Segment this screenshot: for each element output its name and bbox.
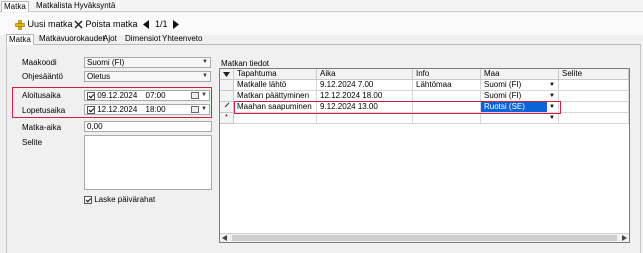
tab-matka[interactable]: Matka [6,34,34,45]
chevron-down-icon[interactable]: ▼ [549,80,555,90]
cell-country-value: Suomi (FI) [484,80,522,89]
top-tab-matkalista[interactable]: Matkalista [34,1,74,12]
cell-country[interactable]: Suomi (FI) ▼ [481,80,559,91]
scroll-right-icon[interactable] [621,235,627,241]
new-cell-event[interactable] [234,113,317,124]
top-tab-matka[interactable]: Matka [1,1,29,12]
end-time: 18:00 [145,105,166,114]
cell-desc[interactable] [559,102,629,113]
country-value: Suomi (FI) [87,58,125,67]
start-time: 07:00 [145,91,166,100]
duration-field[interactable]: 0,00 [84,121,212,132]
horizontal-scrollbar[interactable] [220,233,629,242]
row-indicator[interactable] [220,80,234,91]
new-cell-info[interactable] [413,113,481,124]
end-enabled-checkbox[interactable] [87,105,95,114]
start-enabled-checkbox[interactable] [87,91,95,100]
delete-icon [74,20,83,29]
scrollbar-thumb[interactable] [232,235,617,241]
tab-ajot[interactable]: Ajot [101,34,119,45]
rule-label: Ohjesääntö [22,72,63,81]
country-label: Maakoodi [22,58,57,67]
allowance-checkbox[interactable] [84,195,92,204]
column-header[interactable]: Aika [317,69,413,80]
description-label: Selite [22,138,43,147]
grid-corner [220,69,234,80]
grid-title: Matkan tiedot [221,59,270,68]
rule-select[interactable]: Oletus ▼ [84,71,211,82]
trip-details-grid: Tapahtuma Aika Info Maa Selite Matkalle … [219,68,630,243]
description-textarea[interactable] [84,135,212,190]
start-date: 09.12.2024 [97,91,138,100]
allowance-label: Laske päivärahat [94,195,156,204]
column-header[interactable]: Maa [481,69,559,80]
column-header[interactable]: Selite [559,69,629,80]
sub-tab-bar: Matka Matkavuorokaudet Ajot Dimensiot Yh… [6,34,641,45]
cell-time[interactable]: 9.12.2024 7.00 [317,80,413,91]
pencil-icon [224,102,229,108]
tab-matkavuorokaudet[interactable]: Matkavuorokaudet [37,34,107,45]
new-cell-country[interactable]: ▼ [481,113,559,124]
row-indicator[interactable] [220,102,234,113]
end-date: 12.12.2024 [97,105,138,114]
end-label: Lopetusaika [22,106,66,115]
scroll-left-icon[interactable] [222,235,228,241]
delete-trip-label: Poista matka [85,19,138,29]
new-cell-desc[interactable] [559,113,629,124]
top-tab-hyvaksynta[interactable]: Hyväksyntä [72,1,117,12]
new-row-indicator[interactable]: * [220,113,234,124]
start-label: Aloitusaika [22,91,61,100]
add-icon [15,19,25,30]
cell-desc[interactable] [559,91,629,102]
chevron-down-icon[interactable]: ▼ [201,91,207,100]
calendar-icon[interactable] [191,106,199,113]
chevron-down-icon: ▼ [202,73,208,79]
row-indicator[interactable] [220,91,234,102]
country-select[interactable]: Suomi (FI) ▼ [84,57,211,68]
duration-label: Matka-aika [22,123,62,132]
cell-country-value: Suomi (FI) [484,91,522,100]
chevron-down-icon: ▼ [202,59,208,65]
cell-event[interactable]: Matkalle lähtö [234,80,317,91]
column-header[interactable]: Tapahtuma [234,69,317,80]
triangle-right-icon [173,20,179,30]
row-highlight-box [234,101,561,114]
cell-desc[interactable] [559,80,629,91]
prev-record-button[interactable] [143,18,150,30]
chevron-down-icon[interactable]: ▼ [549,113,555,123]
new-cell-time[interactable] [317,113,413,124]
delete-trip-button[interactable]: Poista matka [74,18,138,30]
column-header[interactable]: Info [413,69,481,80]
chevron-down-icon[interactable]: ▼ [549,91,555,101]
rule-value: Oletus [87,72,111,81]
start-datetime-field[interactable]: 09.12.2024 07:00 ▼ [84,90,210,101]
tab-yhteenveto[interactable]: Yhteenveto [160,34,204,45]
new-trip-label: Uusi matka [27,19,73,29]
toolbar: Uusi matka Poista matka 1/1 [0,13,643,35]
next-record-button[interactable] [172,18,179,30]
calendar-icon[interactable] [191,92,199,99]
tab-dimensiot[interactable]: Dimensiot [123,34,163,45]
triangle-left-icon [143,20,149,30]
page-indicator: 1/1 [155,19,168,29]
chevron-down-icon[interactable]: ▼ [201,105,207,114]
new-trip-button[interactable]: Uusi matka [15,18,73,30]
top-tab-bar: Matka Matkalista Hyväksyntä [0,0,643,12]
allowance-row[interactable]: Laske päivärahat [84,195,155,204]
cell-info[interactable]: Lähtömaa [413,80,481,91]
filter-icon [223,72,230,77]
end-datetime-field[interactable]: 12.12.2024 18:00 ▼ [84,104,210,115]
